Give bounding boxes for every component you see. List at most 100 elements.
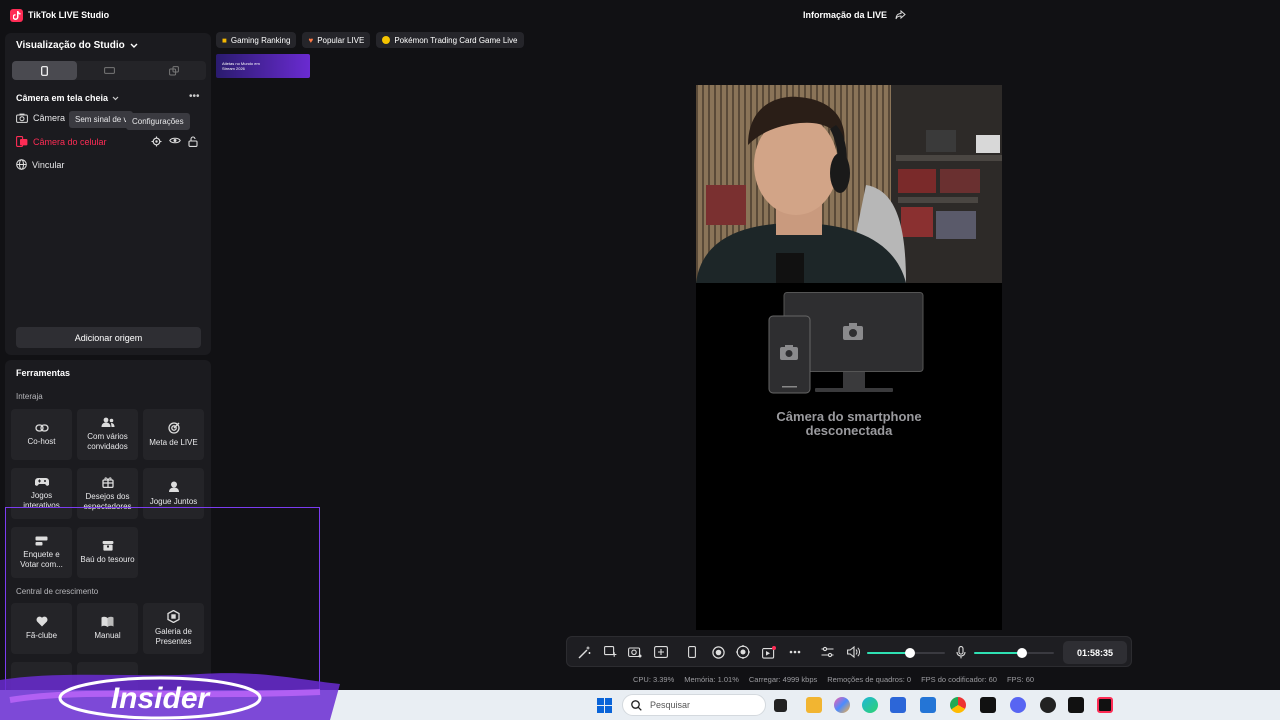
task-view-icon[interactable] — [774, 699, 787, 712]
windows-start-icon[interactable] — [596, 697, 612, 713]
treasure-chest-icon — [102, 540, 114, 551]
dual-layout-icon — [168, 65, 179, 75]
tool-label: Fã-clube — [25, 631, 58, 640]
control-bar: 01:58:35 — [566, 636, 1132, 667]
screenshot-icon[interactable] — [627, 644, 643, 660]
studio-view-panel: Visualização do Studio Câmera em tela ch… — [5, 33, 211, 355]
lock-icon[interactable] — [188, 136, 198, 147]
tiktok-live-studio-icon[interactable] — [1097, 697, 1113, 713]
settings-tooltip: Configurações — [126, 113, 190, 130]
record-icon[interactable] — [710, 644, 726, 660]
capcut-2-icon[interactable] — [1068, 697, 1084, 713]
copilot-icon[interactable] — [834, 697, 850, 713]
tool-label: Desejos dos espectadores — [83, 491, 132, 511]
eye-icon[interactable] — [169, 136, 181, 145]
tool-multi-guest[interactable]: Com vários convidados — [77, 409, 138, 460]
portrait-button[interactable] — [12, 61, 77, 80]
heart-icon — [36, 616, 48, 627]
live-info-button[interactable]: Informação da LIVE — [803, 10, 906, 20]
tool-treasure-chest[interactable]: Baú do tesouro — [77, 527, 138, 578]
chip-label: Popular LIVE — [317, 35, 365, 45]
tool-gift-gallery[interactable]: Galeria de Presentes — [143, 603, 204, 654]
mic-knob[interactable] — [1017, 648, 1027, 658]
phone-camera-icon — [16, 136, 28, 147]
studio-view-dropdown[interactable]: Visualização do Studio — [16, 40, 138, 51]
store-icon[interactable] — [890, 697, 906, 713]
promo-banner[interactable]: Atletas no Mundo em Stream 2026 — [216, 54, 310, 78]
dual-layout-button[interactable] — [141, 61, 206, 80]
feature-chips: ■ Gaming Ranking ♥ Popular LIVE Pokémon … — [216, 32, 524, 48]
tool-manual[interactable]: Manual — [77, 603, 138, 654]
chip-pokemon[interactable]: Pokémon Trading Card Game Live — [376, 32, 524, 48]
svg-text:Insider: Insider — [111, 682, 212, 715]
capture-icon[interactable] — [653, 644, 669, 660]
tool-interactive-games[interactable]: Jogos interativos — [11, 468, 72, 519]
title-bar: TikTok LIVE Studio Informação da LIVE — [0, 0, 1280, 30]
link-icon — [34, 423, 49, 433]
camera-icon — [16, 113, 28, 123]
scene-dropdown[interactable]: Câmera em tela cheia — [16, 93, 119, 103]
disconnected-message: Câmera do smartphone desconectada — [696, 410, 1002, 438]
tool-label: Manual — [94, 631, 121, 640]
edge-icon[interactable] — [862, 697, 878, 713]
chip-gaming-ranking[interactable]: ■ Gaming Ranking — [216, 32, 297, 48]
chip-label: Pokémon Trading Card Game Live — [394, 35, 518, 45]
tool-play-together[interactable]: Jogue Juntos — [143, 468, 204, 519]
discord-icon[interactable] — [1010, 697, 1026, 713]
source-actions — [151, 136, 198, 147]
studio-view-title: Visualização do Studio — [16, 40, 125, 51]
chrome-icon[interactable] — [950, 697, 966, 713]
gear-icon[interactable] — [151, 136, 162, 147]
volume-slider[interactable] — [867, 648, 945, 658]
source-item-link[interactable]: Vincular — [16, 159, 64, 170]
volume-fill — [867, 652, 910, 654]
tool-label: Co-host — [27, 436, 56, 446]
tool-fan-club[interactable]: Fã-clube — [11, 603, 72, 654]
stat-memory: Memória: 1.01% — [684, 675, 739, 684]
source-item-camera[interactable]: Câmera — [16, 113, 65, 123]
tool-label: Galeria de Presentes — [155, 627, 192, 646]
live-timer: 01:58:35 — [1063, 641, 1127, 664]
no-signal-tooltip: Sem sinal de v — [69, 111, 134, 128]
phone-icon[interactable] — [684, 644, 700, 660]
tools-panel: Ferramentas Interaja Co-host Com vários … — [5, 360, 211, 690]
portrait-icon — [40, 65, 48, 76]
more-options-icon[interactable]: ••• — [189, 91, 200, 102]
stat-fps: FPS: 60 — [1006, 675, 1035, 684]
capcut-icon[interactable] — [980, 697, 996, 713]
source-label-camera: Câmera — [33, 113, 66, 123]
tool-label: Jogos interativos — [23, 490, 60, 510]
add-source-button[interactable]: Adicionar origem — [16, 327, 201, 348]
tool-viewer-wishes[interactable]: Desejos dos espectadores — [77, 468, 138, 519]
disconnected-line2: desconectada — [805, 423, 893, 438]
more-options-icon[interactable] — [787, 644, 803, 660]
taskbar-search[interactable]: Pesquisar — [622, 694, 766, 716]
tool-label: Enquete e Votar com... — [20, 549, 63, 569]
tool-label: Com vários convidados — [87, 432, 128, 451]
file-explorer-icon[interactable] — [806, 697, 822, 713]
trophy-icon: ■ — [222, 35, 227, 45]
outlook-icon[interactable] — [920, 697, 936, 713]
obs-icon[interactable] — [1040, 697, 1056, 713]
camera-feed — [696, 85, 1002, 283]
live-center-icon[interactable] — [735, 644, 751, 660]
speaker-icon[interactable] — [845, 644, 861, 660]
volume-knob[interactable] — [905, 648, 915, 658]
magic-wand-icon[interactable] — [576, 644, 592, 660]
source-item-phone-camera[interactable]: Câmera do celular — [16, 136, 107, 147]
stat-cpu: CPU: 3.39% — [633, 675, 675, 684]
landscape-button[interactable] — [77, 61, 142, 80]
pokeball-icon — [382, 36, 391, 44]
add-scene-icon[interactable] — [602, 644, 618, 660]
tool-co-host[interactable]: Co-host — [11, 409, 72, 460]
tool-live-goal[interactable]: Meta de LIVE — [143, 409, 204, 460]
microphone-icon[interactable] — [953, 644, 969, 660]
chip-popular-live[interactable]: ♥ Popular LIVE — [302, 32, 371, 48]
audio-mixer-icon[interactable] — [819, 644, 835, 660]
tool-poll[interactable]: Enquete e Votar com... — [11, 527, 72, 578]
banner-text: Atletas no Mundo em Stream 2026 — [222, 61, 260, 71]
highlight-clip-icon[interactable] — [761, 644, 777, 660]
scene-title: Câmera em tela cheia — [16, 93, 109, 103]
gift-gallery-icon — [167, 610, 180, 623]
mic-slider[interactable] — [974, 648, 1054, 658]
